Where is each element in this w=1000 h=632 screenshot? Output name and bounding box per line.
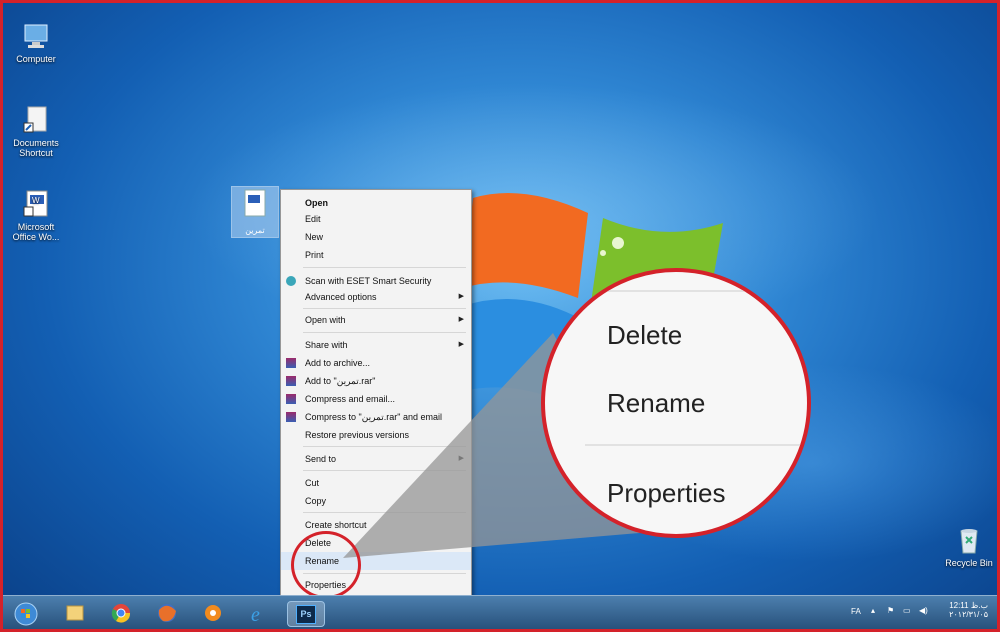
- menu-item-label: New: [305, 232, 324, 242]
- recycle-bin-icon: [954, 525, 984, 555]
- taskbar: e Ps FA ▴ ⚑ ▭ ◀) 12:11 ب.ظ ۲۰۱۲/۳۱/۰۵: [3, 595, 997, 629]
- magnifier-callout: Delete Rename Properties: [541, 268, 811, 538]
- taskbar-internet-explorer[interactable]: e: [241, 601, 277, 626]
- documents-shortcut-icon: [21, 105, 51, 135]
- menu-item-label: Advanced options: [305, 292, 377, 302]
- menu-item-label: Compress and email...: [305, 394, 396, 404]
- menu-item-label: Open with: [305, 315, 346, 325]
- taskbar-photoshop[interactable]: Ps: [287, 601, 325, 627]
- menu-item-cut[interactable]: Cut: [281, 474, 471, 492]
- volume-icon[interactable]: ◀): [919, 606, 928, 615]
- selected-file-label: تمرین: [245, 226, 265, 235]
- taskbar-media-player[interactable]: [195, 601, 231, 625]
- menu-item-advanced-options[interactable]: Advanced options ▶: [281, 288, 471, 306]
- highlight-circle: [291, 531, 361, 599]
- desktop-icon-documents-shortcut[interactable]: Documents Shortcut: [5, 105, 67, 158]
- start-button[interactable]: [11, 601, 41, 626]
- magnifier-separator: [585, 444, 807, 446]
- photoshop-icon: Ps: [296, 605, 316, 624]
- menu-item-compress-email[interactable]: Compress and email...: [281, 390, 471, 408]
- submenu-arrow-icon: ▶: [458, 341, 464, 348]
- menu-item-compress-to-rar-email[interactable]: Compress to "تمرین.rar" and email: [281, 408, 471, 426]
- menu-item-add-to-rar[interactable]: Add to "تمرین.rar": [281, 372, 471, 390]
- menu-item-label: Print: [305, 250, 324, 260]
- menu-separator: [303, 332, 466, 333]
- magnifier-item-rename: Rename: [607, 388, 706, 418]
- submenu-arrow-icon: ▶: [458, 455, 464, 462]
- word-document-icon: [244, 189, 266, 217]
- taskbar-chrome[interactable]: [103, 601, 139, 625]
- menu-item-create-shortcut[interactable]: Create shortcut: [281, 516, 471, 534]
- media-player-icon: [205, 605, 221, 621]
- network-icon[interactable]: ▭: [903, 606, 911, 615]
- computer-icon: [21, 21, 51, 51]
- clock[interactable]: 12:11 ب.ظ ۲۰۱۲/۳۱/۰۵: [946, 601, 988, 619]
- desktop-icon-label: Computer: [16, 54, 56, 64]
- menu-item-open-with[interactable]: Open with ▶: [281, 311, 471, 329]
- desktop: Computer Documents Shortcut W Microsoft …: [0, 0, 1000, 632]
- menu-separator: [303, 512, 466, 513]
- start-orb-icon: [14, 602, 38, 626]
- menu-item-label: Add to "تمرین.rar": [305, 376, 376, 386]
- firefox-icon: [158, 604, 176, 622]
- magnifier-item-delete: Delete: [607, 320, 683, 350]
- taskbar-file-explorer[interactable]: [57, 601, 93, 625]
- menu-item-label: Compress to "تمرین.rar" and email: [305, 412, 442, 422]
- menu-item-label: Add to archive...: [305, 358, 371, 368]
- winrar-icon: [286, 394, 296, 404]
- internet-explorer-icon: e: [251, 604, 260, 626]
- menu-item-label: Share with: [305, 340, 348, 350]
- menu-item-share-with[interactable]: Share with ▶: [281, 336, 471, 354]
- menu-item-print[interactable]: Print: [281, 246, 471, 264]
- magnifier-item-properties: Properties: [607, 478, 726, 508]
- magnifier-separator: [585, 290, 807, 292]
- menu-separator: [303, 308, 466, 309]
- desktop-icon-label: Documents Shortcut: [13, 138, 59, 158]
- menu-item-send-to[interactable]: Send to ▶: [281, 450, 471, 468]
- menu-item-add-to-archive[interactable]: Add to archive...: [281, 354, 471, 372]
- clock-date: ۲۰۱۲/۳۱/۰۵: [949, 610, 988, 619]
- submenu-arrow-icon: ▶: [458, 293, 464, 300]
- eset-icon: [286, 276, 296, 286]
- language-indicator[interactable]: FA: [851, 607, 861, 616]
- svg-text:W: W: [32, 196, 40, 205]
- word-icon: W: [21, 189, 51, 219]
- menu-item-label: Edit: [305, 214, 321, 224]
- menu-item-label: Copy: [305, 496, 327, 506]
- menu-separator: [303, 470, 466, 471]
- menu-item-copy[interactable]: Copy: [281, 492, 471, 510]
- menu-item-label: Create shortcut: [305, 520, 367, 530]
- desktop-icon-word[interactable]: W Microsoft Office Wo...: [5, 189, 67, 242]
- file-explorer-icon: [66, 605, 84, 621]
- menu-separator: [303, 267, 466, 268]
- winrar-icon: [286, 358, 296, 368]
- menu-item-new[interactable]: New: [281, 228, 471, 246]
- menu-item-label: Send to: [305, 454, 337, 464]
- show-hidden-icons-icon[interactable]: ▴: [871, 606, 875, 615]
- clock-time: 12:11 ب.ظ: [949, 601, 988, 610]
- svg-text:e: e: [251, 604, 260, 625]
- action-center-icon[interactable]: ⚑: [887, 606, 894, 615]
- desktop-icon-label: Recycle Bin: [945, 558, 993, 568]
- menu-item-restore-previous-versions[interactable]: Restore previous versions: [281, 426, 471, 444]
- desktop-icon-recycle-bin[interactable]: Recycle Bin: [938, 525, 997, 568]
- menu-item-edit[interactable]: Edit: [281, 210, 471, 228]
- menu-separator: [303, 446, 466, 447]
- chrome-icon: [111, 604, 131, 623]
- winrar-icon: [286, 376, 296, 386]
- menu-item-label: Restore previous versions: [305, 430, 410, 440]
- desktop-icon-computer[interactable]: Computer: [5, 21, 67, 64]
- winrar-icon: [286, 412, 296, 422]
- menu-item-label: Cut: [305, 478, 320, 488]
- desktop-icon-label: Microsoft Office Wo...: [12, 222, 60, 242]
- selected-file[interactable]: تمرین: [231, 186, 279, 238]
- submenu-arrow-icon: ▶: [458, 316, 464, 323]
- taskbar-firefox[interactable]: [149, 601, 185, 625]
